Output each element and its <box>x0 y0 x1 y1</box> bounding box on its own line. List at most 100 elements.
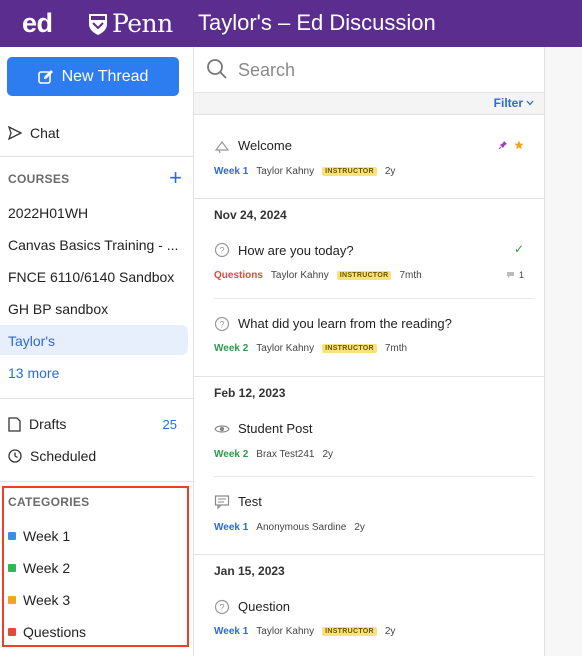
comment-count-value: 1 <box>518 270 524 280</box>
thread-markers <box>498 140 524 150</box>
penn-logo: Penn <box>88 9 173 38</box>
category-week-1[interactable]: Week 1 <box>8 528 70 544</box>
thread-item[interactable]: ? Question Week 1 Taylor Kahny INSTRUCTO… <box>194 584 544 656</box>
thread-item[interactable]: ? How are you today? ✓ Questions Taylor … <box>194 228 544 298</box>
filter-bar: Filter <box>194 93 544 115</box>
divider <box>0 481 193 482</box>
thread-title: Welcome <box>238 138 292 153</box>
thread-meta: Week 1 Taylor Kahny INSTRUCTOR 2y <box>214 626 395 637</box>
thread-age: 7mth <box>399 270 422 281</box>
category-label: Week 2 <box>23 560 71 576</box>
thread-author: Anonymous Sardine <box>256 522 347 533</box>
compose-icon <box>37 69 53 84</box>
filter-dropdown[interactable]: Filter <box>494 96 534 110</box>
thread-author: Taylor Kahny <box>256 626 315 637</box>
post-icon <box>214 495 230 510</box>
scheduled-label: Scheduled <box>30 448 97 464</box>
thread-category: Week 1 <box>214 522 249 533</box>
category-color-swatch <box>8 596 16 604</box>
announcement-icon <box>214 141 230 154</box>
sidebar-item-drafts[interactable]: Drafts <box>8 416 66 432</box>
date-header: Nov 24, 2024 <box>194 198 544 228</box>
ed-logo[interactable]: ed <box>22 8 53 39</box>
comment-count: 1 <box>506 270 524 280</box>
date-header: Feb 12, 2023 <box>194 376 544 406</box>
star-icon[interactable] <box>514 140 524 150</box>
new-thread-button[interactable]: New Thread <box>7 57 179 96</box>
course-item[interactable]: Canvas Basics Training - ... <box>8 237 178 253</box>
thread-author: Taylor Kahny <box>256 343 315 354</box>
thread-detail-pane <box>544 47 582 656</box>
filter-label: Filter <box>493 96 523 110</box>
chat-label: Chat <box>30 125 60 141</box>
document-icon <box>8 416 21 432</box>
thread-separator <box>214 476 534 477</box>
date-header: Jan 15, 2023 <box>194 554 544 584</box>
sidebar-item-scheduled[interactable]: Scheduled <box>8 448 96 464</box>
divider <box>0 398 193 399</box>
date-label: Jan 15, 2023 <box>214 564 285 578</box>
thread-meta: Week 1 Taylor Kahny INSTRUCTOR 2y <box>214 166 395 177</box>
new-thread-label: New Thread <box>61 67 149 85</box>
thread-age: 2y <box>322 449 334 460</box>
divider <box>0 156 193 157</box>
thread-meta: Week 1 Anonymous Sardine 2y <box>214 522 365 533</box>
category-week-3[interactable]: Week 3 <box>8 592 70 608</box>
thread-category: Week 2 <box>214 343 249 354</box>
more-courses-link[interactable]: 13 more <box>8 365 59 381</box>
question-icon: ? <box>214 316 230 332</box>
search-bar <box>194 47 544 93</box>
comment-icon <box>506 272 514 278</box>
thread-title: What did you learn from the reading? <box>238 316 452 331</box>
course-item[interactable]: GH BP sandbox <box>8 301 108 317</box>
thread-meta: Week 2 Brax Test241 2y <box>214 449 333 460</box>
page-title: Taylor's – Ed Discussion <box>198 10 436 35</box>
pin-icon <box>498 141 507 150</box>
penn-shield-icon <box>89 13 107 35</box>
category-color-swatch <box>8 628 16 636</box>
clock-icon <box>8 449 22 463</box>
add-course-icon[interactable]: + <box>169 167 182 189</box>
drafts-count: 25 <box>162 417 177 432</box>
category-label: Questions <box>23 624 87 640</box>
thread-title: Question <box>238 599 291 614</box>
category-label: Week 1 <box>23 528 71 544</box>
top-bar: ed Penn Taylor's – Ed Discussion <box>0 0 582 47</box>
thread-author: Taylor Kahny <box>270 270 329 281</box>
category-color-swatch <box>8 564 16 572</box>
thread-item[interactable]: Welcome Week 1 Taylor Kahny INSTRUCTOR 2… <box>194 116 544 200</box>
penn-wordmark: Penn <box>112 9 173 38</box>
thread-title: Test <box>238 494 262 509</box>
thread-meta: Week 2 Taylor Kahny INSTRUCTOR 7mth <box>214 343 407 354</box>
course-item[interactable]: 2022H01WH <box>8 205 88 221</box>
thread-item[interactable]: ? What did you learn from the reading? W… <box>194 300 544 376</box>
sidebar-item-chat[interactable]: Chat <box>8 125 60 141</box>
search-icon <box>207 59 227 79</box>
answered-check-icon: ✓ <box>513 242 524 256</box>
category-questions[interactable]: Questions <box>8 624 86 640</box>
search-input[interactable] <box>238 57 528 83</box>
thread-age: 2y <box>384 166 396 177</box>
category-color-swatch <box>8 532 16 540</box>
date-label: Nov 24, 2024 <box>214 208 287 222</box>
thread-item[interactable]: Student Post Week 2 Brax Test241 2y <box>194 406 544 476</box>
svg-text:?: ? <box>219 603 224 613</box>
thread-category: Questions <box>214 270 263 281</box>
date-label: Feb 12, 2023 <box>214 386 286 400</box>
question-icon: ? <box>214 599 230 615</box>
course-item-active[interactable]: Taylor's <box>8 333 55 349</box>
thread-age: 7mth <box>384 343 408 354</box>
category-week-2[interactable]: Week 2 <box>8 560 70 576</box>
instructor-badge: INSTRUCTOR <box>322 167 377 176</box>
thread-meta: Questions Taylor Kahny INSTRUCTOR 7mth <box>214 270 422 281</box>
eye-icon <box>214 425 230 433</box>
instructor-badge: INSTRUCTOR <box>322 344 377 353</box>
thread-list: Filter Welcome Week 1 Taylor Kahny INSTR… <box>194 47 544 656</box>
thread-author: Brax Test241 <box>256 449 315 460</box>
courses-heading: COURSES <box>8 172 70 186</box>
svg-text:?: ? <box>219 246 224 256</box>
thread-item[interactable]: Test Week 1 Anonymous Sardine 2y <box>194 478 544 554</box>
thread-category: Week 1 <box>214 626 249 637</box>
course-item[interactable]: FNCE 6110/6140 Sandbox <box>8 269 174 285</box>
chevron-down-icon <box>526 100 534 106</box>
